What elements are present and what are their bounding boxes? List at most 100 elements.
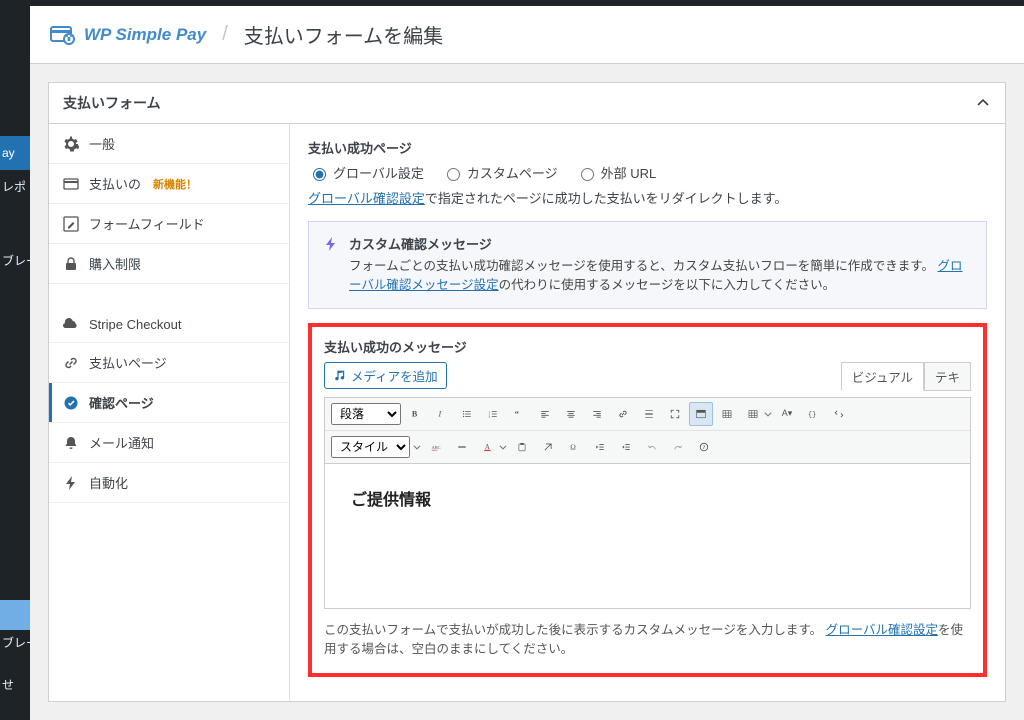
form-panel: 支払いフォーム 一般支払いの新機能！ フォームフィールド購入制限 Stripe Ch…	[48, 82, 1006, 702]
wp-side-item[interactable]: ay	[0, 136, 30, 170]
undo-button[interactable]	[640, 435, 664, 459]
gear-icon	[63, 136, 79, 152]
style-select[interactable]: スタイル	[331, 436, 410, 458]
brand-logo: WP Simple Pay	[50, 24, 206, 46]
nav-link[interactable]: 一般	[49, 124, 289, 163]
radio-custom-input[interactable]	[447, 168, 460, 181]
chevron-down-icon	[412, 442, 422, 452]
bold-button[interactable]	[403, 402, 427, 426]
chevron-up-icon[interactable]	[975, 95, 991, 111]
nav-item-lock: 購入制限	[49, 244, 289, 284]
music-icon	[333, 368, 347, 382]
paste-text-button[interactable]	[510, 435, 534, 459]
nav-link[interactable]: フォームフィールド	[49, 204, 289, 243]
editor-help-link[interactable]: グローバル確認設定	[826, 623, 938, 637]
bell-icon	[63, 435, 79, 451]
notice-text: フォームごとの支払い成功確認メッセージを使用すると、カスタム支払いフローを簡単に…	[349, 257, 972, 296]
align-left-button[interactable]	[533, 402, 557, 426]
wp-side-item[interactable]: レポ	[0, 170, 30, 204]
nav-link[interactable]: 支払いページ	[49, 343, 289, 382]
format-select[interactable]: 段落	[331, 403, 401, 425]
nav-label: 支払いページ	[89, 353, 167, 372]
nav-label: メール通知	[89, 433, 154, 452]
number-list-button[interactable]	[481, 402, 505, 426]
expand-button[interactable]	[827, 402, 851, 426]
bullet-list-button[interactable]	[455, 402, 479, 426]
fullscreen-button[interactable]	[663, 402, 687, 426]
radio-global[interactable]: グローバル設定	[308, 163, 424, 182]
table-button-2[interactable]	[741, 402, 765, 426]
align-right-button[interactable]	[585, 402, 609, 426]
nav-badge: 新機能！	[153, 176, 197, 192]
nav-link[interactable]: 支払いの新機能！	[49, 164, 289, 203]
wp-side-item[interactable]: ブレー	[0, 626, 42, 660]
italic-button[interactable]	[429, 402, 453, 426]
nav-label: Stripe Checkout	[89, 317, 182, 332]
nav-link[interactable]: Stripe Checkout	[49, 306, 289, 342]
tab-text[interactable]: テキ	[924, 362, 971, 391]
nav-item-bell: メール通知	[49, 423, 289, 463]
bolt-icon	[63, 475, 79, 491]
nav-label: 一般	[89, 134, 115, 153]
text-color-button[interactable]	[476, 435, 500, 459]
nav-item-cloud: Stripe Checkout	[49, 306, 289, 343]
panel-header[interactable]: 支払いフォーム	[49, 83, 1005, 124]
radio-global-input[interactable]	[313, 168, 326, 181]
wp-side-item[interactable]	[0, 204, 30, 244]
add-media-button[interactable]: メディアを追加	[324, 362, 447, 389]
nav-item-card: 支払いの新機能！	[49, 164, 289, 204]
success-page-label: 支払い成功ページ	[308, 138, 987, 157]
editor-canvas[interactable]: ご提供情報	[324, 464, 971, 609]
notice-title: カスタム確認メッセージ	[349, 234, 972, 253]
wp-side-item[interactable]	[0, 278, 30, 318]
link-icon	[63, 355, 79, 371]
brand-text: WP Simple Pay	[84, 25, 206, 45]
outdent-button[interactable]	[588, 435, 612, 459]
clear-format-button[interactable]	[536, 435, 560, 459]
nav-link[interactable]: 自動化	[49, 463, 289, 502]
code-button[interactable]	[801, 402, 825, 426]
tab-visual[interactable]: ビジュアル	[841, 362, 924, 391]
indent-button[interactable]	[614, 435, 638, 459]
radio-external-input[interactable]	[581, 168, 594, 181]
cloud-icon	[63, 316, 79, 332]
nav-label: 確認ページ	[89, 393, 154, 412]
blockquote-button[interactable]	[507, 402, 531, 426]
nav-label: フォームフィールド	[89, 214, 205, 233]
success-message-editor-block: 支払い成功のメッセージ メディアを追加 ビジュアル テキ	[308, 323, 987, 677]
nav-label: 購入制限	[89, 254, 141, 273]
radio-external[interactable]: 外部 URL	[576, 163, 657, 182]
editor-help: この支払いフォームで支払いが成功した後に表示するカスタムメッセージを入力します。…	[324, 619, 971, 657]
nav-item-pencil-square: フォームフィールド	[49, 204, 289, 244]
align-center-button[interactable]	[559, 402, 583, 426]
nav-label: 自動化	[89, 473, 128, 492]
success-page-radios: グローバル設定 カスタムページ 外部 URL	[308, 163, 987, 182]
nav-item-link: 支払いページ	[49, 343, 289, 383]
hr-button[interactable]	[450, 435, 474, 459]
global-settings-link[interactable]: グローバル確認設定	[308, 191, 425, 206]
help-button[interactable]	[692, 435, 716, 459]
special-char-button[interactable]	[562, 435, 586, 459]
chevron-down-icon	[763, 409, 773, 419]
nav-link[interactable]: 購入制限	[49, 244, 289, 283]
redo-button[interactable]	[666, 435, 690, 459]
nav-item-bolt: 自動化	[49, 463, 289, 503]
editor-tabs: ビジュアル テキ	[841, 362, 971, 391]
font-size-button[interactable]: A▾	[775, 402, 799, 426]
nav-item-check-circle: 確認ページ	[49, 383, 289, 423]
link-button[interactable]	[611, 402, 635, 426]
pencil-square-icon	[63, 216, 79, 232]
lock-icon	[63, 256, 79, 272]
settings-nav: 一般支払いの新機能！ フォームフィールド購入制限 Stripe Checkout 支払…	[49, 124, 290, 701]
wp-side-item[interactable]: せ	[0, 668, 18, 702]
page-title: 支払いフォームを編集	[244, 20, 443, 49]
nav-link[interactable]: 確認ページ	[49, 383, 289, 422]
table-button[interactable]	[715, 402, 739, 426]
spellcheck-button[interactable]	[424, 435, 448, 459]
read-more-button[interactable]	[637, 402, 661, 426]
brand-icon	[50, 24, 76, 46]
nav-link[interactable]: メール通知	[49, 423, 289, 462]
wp-side-item[interactable]: ブレー	[0, 244, 30, 278]
radio-custom[interactable]: カスタムページ	[442, 163, 558, 182]
toolbar-toggle-button[interactable]	[689, 402, 713, 426]
